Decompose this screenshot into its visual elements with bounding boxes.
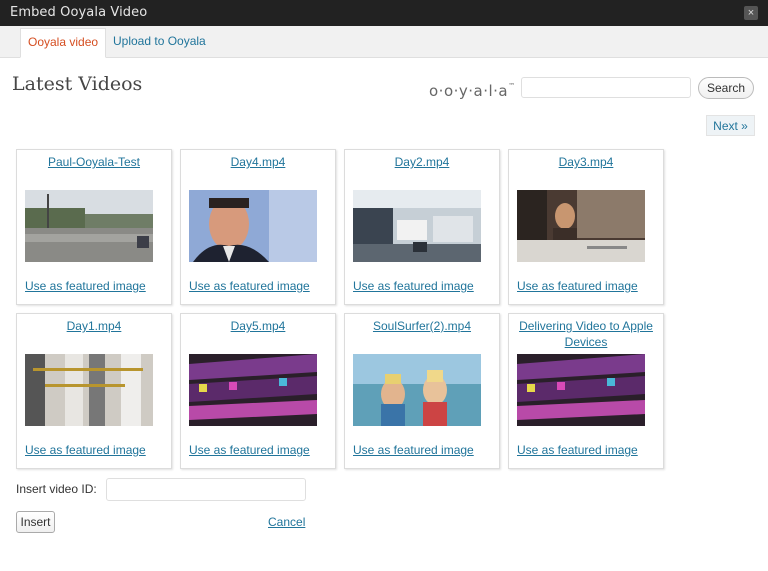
video-thumbnail[interactable] (353, 190, 481, 262)
use-featured-image-link[interactable]: Use as featured image (517, 279, 638, 293)
tab-bar: Ooyala video Upload to Ooyala (0, 26, 768, 58)
video-thumbnail[interactable] (189, 190, 317, 262)
use-featured-image-link[interactable]: Use as featured image (189, 279, 310, 293)
use-featured-image-link[interactable]: Use as featured image (25, 443, 146, 457)
video-card: Delivering Video to Apple Devices Use as… (508, 313, 664, 469)
video-card: Paul-Ooyala-Test Use as featured image (16, 149, 172, 305)
logo-trademark: ™ (508, 82, 516, 90)
use-featured-image-link[interactable]: Use as featured image (189, 443, 310, 457)
search-input[interactable] (521, 77, 691, 98)
use-featured-image-link[interactable]: Use as featured image (353, 279, 474, 293)
video-card: Day1.mp4 Use as featured image (16, 313, 172, 469)
use-featured-image-link[interactable]: Use as featured image (353, 443, 474, 457)
video-title-link[interactable]: Day2.mp4 (349, 154, 495, 170)
cancel-link[interactable]: Cancel (268, 515, 305, 529)
tab-upload-to-ooyala[interactable]: Upload to Ooyala (106, 28, 213, 56)
ooyala-logo: o·o·y·a·l·a™ (429, 82, 516, 100)
video-title-link[interactable]: Day5.mp4 (185, 318, 331, 334)
close-icon[interactable]: × (744, 6, 758, 20)
logo-text: o·o·y·a·l·a (429, 82, 509, 100)
video-thumbnail[interactable] (353, 354, 481, 426)
video-thumbnail[interactable] (189, 354, 317, 426)
next-page-button[interactable]: Next » (706, 115, 755, 136)
video-title-link[interactable]: Day4.mp4 (185, 154, 331, 170)
page-title: Latest Videos (12, 73, 143, 95)
use-featured-image-link[interactable]: Use as featured image (25, 279, 146, 293)
video-thumbnail[interactable] (25, 190, 153, 262)
dialog-title: Embed Ooyala Video (10, 5, 148, 20)
use-featured-image-link[interactable]: Use as featured image (517, 443, 638, 457)
insert-button[interactable]: Insert (16, 511, 55, 533)
video-thumbnail[interactable] (517, 190, 645, 262)
video-card: SoulSurfer(2).mp4 Use as featured image (344, 313, 500, 469)
video-card: Day5.mp4 Use as featured image (180, 313, 336, 469)
video-card: Day2.mp4 Use as featured image (344, 149, 500, 305)
video-title-link[interactable]: Day3.mp4 (513, 154, 659, 170)
video-title-link[interactable]: SoulSurfer(2).mp4 (349, 318, 495, 334)
tab-ooyala-video[interactable]: Ooyala video (20, 28, 107, 58)
video-title-link[interactable]: Delivering Video to Apple Devices (513, 318, 659, 350)
video-card: Day3.mp4 Use as featured image (508, 149, 664, 305)
search-button[interactable]: Search (698, 77, 754, 99)
video-thumbnail[interactable] (25, 354, 153, 426)
video-id-input[interactable] (106, 478, 306, 501)
video-card: Day4.mp4 Use as featured image (180, 149, 336, 305)
video-id-label: Insert video ID: (16, 482, 97, 496)
video-thumbnail[interactable] (517, 354, 645, 426)
video-title-link[interactable]: Paul-Ooyala-Test (21, 154, 167, 170)
dialog-titlebar: Embed Ooyala Video × (0, 0, 768, 26)
video-title-link[interactable]: Day1.mp4 (21, 318, 167, 334)
